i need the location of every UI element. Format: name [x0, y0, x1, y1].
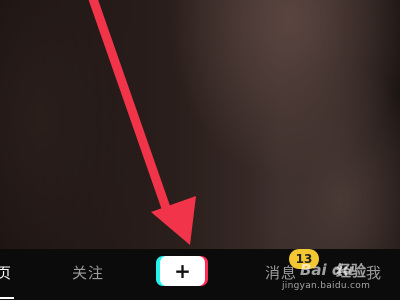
tab-follow-label: 关注	[71, 263, 104, 282]
plus-icon-glyph: +	[174, 259, 191, 283]
arrow-head	[151, 196, 196, 245]
tab-home[interactable]: 页	[0, 249, 16, 295]
watermark-url: jingyan.baidu.com	[282, 281, 371, 291]
tab-home-label: 页	[0, 263, 12, 282]
tab-home-indicator	[0, 297, 14, 299]
tab-follow[interactable]: 关注	[64, 249, 112, 295]
plus-icon: +	[160, 256, 205, 286]
watermark-text: 经验	[336, 262, 367, 280]
baidu-jingyan-watermark: Bai du 经验 jingyan.baidu.com	[282, 257, 372, 297]
arrow-shaft	[88, 0, 171, 213]
create-post-button[interactable]: +	[156, 256, 208, 286]
